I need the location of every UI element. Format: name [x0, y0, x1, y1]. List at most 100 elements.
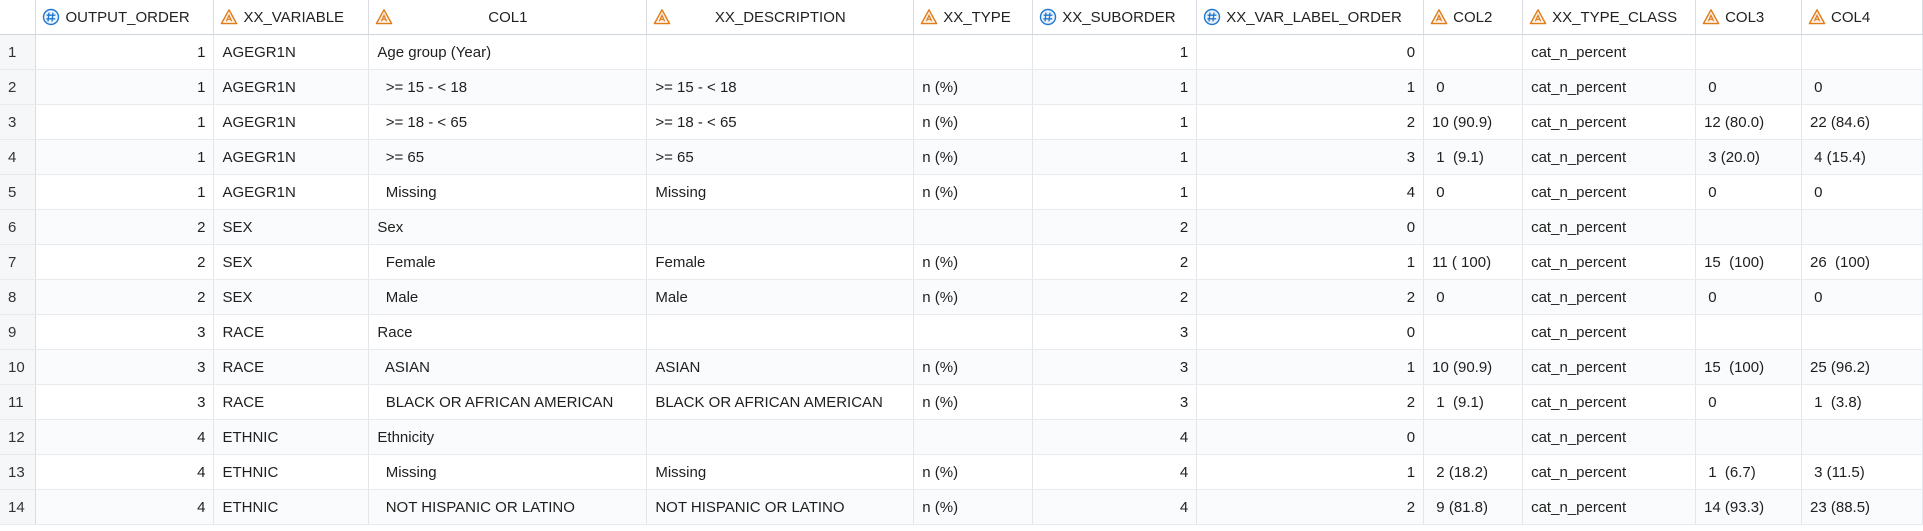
cell-xx-suborder[interactable]: 1 [1032, 69, 1198, 105]
column-header-xx-suborder[interactable]: XX_SUBORDER [1032, 0, 1198, 35]
cell-xx-suborder[interactable]: 2 [1032, 209, 1198, 245]
table-row[interactable]: 8 2 SEX Male Male n (%) 2 2 0 cat_n_percent 0 0 [0, 279, 1923, 315]
cell-xx-type-class[interactable]: cat_n_percent [1522, 489, 1697, 525]
row-number-cell[interactable]: 1 [0, 34, 37, 70]
cell-output-order[interactable]: 1 [35, 104, 215, 140]
row-number-cell[interactable]: 4 [0, 139, 37, 175]
cell-xx-variable[interactable]: SEX [213, 244, 370, 280]
cell-xx-description[interactable]: >= 65 [646, 139, 915, 175]
cell-col1[interactable]: ASIAN [368, 349, 648, 385]
table-row[interactable]: 13 4 ETHNIC Missing Missing n (%) 4 1 2 (18.2)… [0, 454, 1923, 490]
cell-xx-description[interactable] [646, 419, 915, 455]
cell-xx-var-label-order[interactable]: 0 [1196, 209, 1425, 245]
cell-col1[interactable]: Ethnicity [368, 419, 648, 455]
cell-xx-description[interactable]: NOT HISPANIC OR LATINO [646, 489, 915, 525]
cell-xx-type[interactable] [913, 314, 1034, 350]
cell-col4[interactable] [1801, 34, 1923, 70]
cell-xx-description[interactable]: Missing [646, 454, 915, 490]
cell-xx-type-class[interactable]: cat_n_percent [1522, 314, 1697, 350]
cell-col4[interactable]: 25 (96.2) [1801, 349, 1923, 385]
cell-col3[interactable] [1695, 314, 1802, 350]
cell-col4[interactable] [1801, 419, 1923, 455]
cell-col4[interactable]: 1 (3.8) [1801, 384, 1923, 420]
cell-xx-type-class[interactable]: cat_n_percent [1522, 419, 1697, 455]
cell-xx-var-label-order[interactable]: 3 [1196, 139, 1425, 175]
cell-xx-type[interactable]: n (%) [913, 174, 1034, 210]
cell-col3[interactable]: 0 [1695, 384, 1802, 420]
cell-col1[interactable]: Missing [368, 454, 648, 490]
cell-col2[interactable]: 10 (90.9) [1423, 349, 1524, 385]
cell-xx-variable[interactable]: ETHNIC [213, 419, 370, 455]
cell-xx-suborder[interactable]: 3 [1032, 349, 1198, 385]
cell-col1[interactable]: >= 15 - < 18 [368, 69, 648, 105]
cell-col1[interactable]: BLACK OR AFRICAN AMERICAN [368, 384, 648, 420]
table-row[interactable]: 14 4 ETHNIC NOT HISPANIC OR LATINO NOT HISP… [0, 489, 1923, 525]
row-number-cell[interactable]: 5 [0, 174, 37, 210]
cell-col2[interactable]: 1 (9.1) [1423, 139, 1524, 175]
cell-xx-type[interactable]: n (%) [913, 489, 1034, 525]
cell-xx-type-class[interactable]: cat_n_percent [1522, 139, 1697, 175]
cell-col2[interactable]: 0 [1423, 69, 1524, 105]
cell-col3[interactable]: 15 (100) [1695, 244, 1802, 280]
cell-col2[interactable]: 1 (9.1) [1423, 384, 1524, 420]
cell-xx-type-class[interactable]: cat_n_percent [1522, 384, 1697, 420]
row-number-cell[interactable]: 2 [0, 69, 37, 105]
cell-col1[interactable]: Male [368, 279, 648, 315]
cell-col2[interactable] [1423, 314, 1524, 350]
table-row[interactable]: 2 1 AGEGR1N >= 15 - < 18 >= 15 - < 18 n (%) 1… [0, 69, 1923, 105]
cell-col1[interactable]: Sex [368, 209, 648, 245]
table-row[interactable]: 6 2 SEX Sex 2 0 cat_n_percent [0, 209, 1923, 245]
cell-output-order[interactable]: 3 [35, 349, 215, 385]
cell-xx-var-label-order[interactable]: 1 [1196, 69, 1425, 105]
column-header-col1[interactable]: COL1 [368, 0, 648, 35]
row-number-cell[interactable]: 12 [0, 419, 37, 455]
cell-output-order[interactable]: 3 [35, 384, 215, 420]
cell-col3[interactable]: 12 (80.0) [1695, 104, 1802, 140]
cell-xx-var-label-order[interactable]: 1 [1196, 244, 1425, 280]
cell-xx-var-label-order[interactable]: 4 [1196, 174, 1425, 210]
cell-xx-type-class[interactable]: cat_n_percent [1522, 69, 1697, 105]
cell-xx-suborder[interactable]: 4 [1032, 489, 1198, 525]
cell-xx-description[interactable] [646, 34, 915, 70]
cell-col4[interactable]: 0 [1801, 69, 1923, 105]
cell-col4[interactable]: 3 (11.5) [1801, 454, 1923, 490]
cell-xx-type-class[interactable]: cat_n_percent [1522, 104, 1697, 140]
column-header-col4[interactable]: COL4 [1801, 0, 1923, 35]
cell-xx-variable[interactable]: RACE [213, 314, 370, 350]
cell-xx-description[interactable]: Missing [646, 174, 915, 210]
row-number-cell[interactable]: 10 [0, 349, 37, 385]
table-row[interactable]: 12 4 ETHNIC Ethnicity 4 0 cat_n_percent [0, 419, 1923, 455]
cell-xx-var-label-order[interactable]: 2 [1196, 279, 1425, 315]
cell-col1[interactable]: >= 65 [368, 139, 648, 175]
cell-xx-suborder[interactable]: 4 [1032, 454, 1198, 490]
cell-xx-var-label-order[interactable]: 2 [1196, 384, 1425, 420]
cell-xx-type[interactable] [913, 209, 1034, 245]
column-header-output-order[interactable]: OUTPUT_ORDER [35, 0, 215, 35]
table-row[interactable]: 1 1 AGEGR1N Age group (Year) 1 0 cat_n_percent [0, 34, 1923, 70]
cell-xx-type[interactable]: n (%) [913, 139, 1034, 175]
cell-xx-var-label-order[interactable]: 1 [1196, 454, 1425, 490]
cell-xx-description[interactable]: >= 15 - < 18 [646, 69, 915, 105]
cell-xx-var-label-order[interactable]: 1 [1196, 349, 1425, 385]
cell-col1[interactable]: >= 18 - < 65 [368, 104, 648, 140]
cell-xx-type-class[interactable]: cat_n_percent [1522, 279, 1697, 315]
table-row[interactable]: 10 3 RACE ASIAN ASIAN n (%) 3 1 10 (90.9) cat_n_… [0, 349, 1923, 385]
row-number-cell[interactable]: 11 [0, 384, 37, 420]
cell-col2[interactable]: 0 [1423, 279, 1524, 315]
column-header-xx-description[interactable]: XX_DESCRIPTION [646, 0, 915, 35]
cell-col4[interactable]: 0 [1801, 174, 1923, 210]
cell-xx-type-class[interactable]: cat_n_percent [1522, 209, 1697, 245]
cell-xx-variable[interactable]: SEX [213, 209, 370, 245]
cell-xx-suborder[interactable]: 1 [1032, 34, 1198, 70]
cell-xx-variable[interactable]: AGEGR1N [213, 104, 370, 140]
cell-xx-type[interactable]: n (%) [913, 279, 1034, 315]
cell-xx-variable[interactable]: RACE [213, 384, 370, 420]
cell-output-order[interactable]: 1 [35, 69, 215, 105]
cell-xx-type[interactable]: n (%) [913, 104, 1034, 140]
cell-xx-variable[interactable]: ETHNIC [213, 489, 370, 525]
cell-xx-suborder[interactable]: 1 [1032, 174, 1198, 210]
cell-xx-description[interactable]: BLACK OR AFRICAN AMERICAN [646, 384, 915, 420]
cell-col1[interactable]: Missing [368, 174, 648, 210]
cell-xx-suborder[interactable]: 3 [1032, 384, 1198, 420]
cell-col1[interactable]: Age group (Year) [368, 34, 648, 70]
